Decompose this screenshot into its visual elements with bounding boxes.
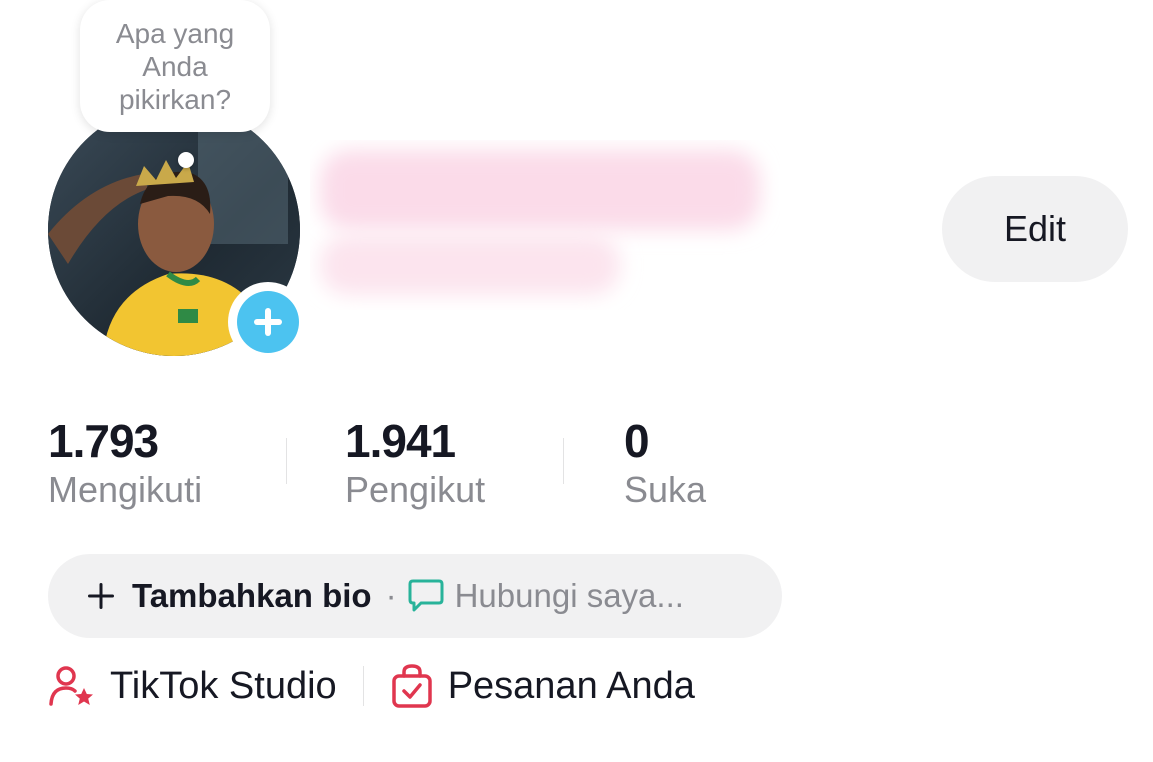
following-count: 1.793 — [48, 415, 159, 467]
your-orders-label: Pesanan Anda — [447, 664, 695, 707]
likes-label: Suka — [624, 469, 707, 510]
note-bubble-tail — [178, 152, 194, 168]
add-bio-button[interactable]: Tambahkan bio — [86, 577, 372, 615]
bio-bar: Tambahkan bio · Hubungi saya... — [48, 554, 782, 638]
user-star-icon — [49, 666, 93, 706]
add-bio-label: Tambahkan bio — [132, 577, 372, 614]
followers-count: 1.941 — [345, 415, 456, 467]
plus-icon — [254, 308, 282, 336]
shopping-bag-check-icon — [391, 664, 432, 708]
contact-me-label: Hubungi saya... — [454, 577, 684, 614]
stat-followers[interactable]: 1.941 Pengikut — [345, 414, 485, 512]
add-story-circle — [237, 291, 299, 353]
note-prompt: Apa yang Anda pikirkan? — [115, 17, 235, 115]
tiktok-studio-link[interactable]: TikTok Studio — [48, 664, 337, 708]
stat-following[interactable]: 1.793 Mengikuti — [48, 414, 202, 512]
note-bubble[interactable]: Apa yang Anda pikirkan? — [80, 0, 270, 132]
bio-separator: · — [385, 577, 397, 614]
tiktok-studio-label: TikTok Studio — [110, 664, 337, 707]
stat-divider — [286, 438, 287, 484]
plus-icon — [88, 583, 114, 609]
following-label: Mengikuti — [48, 469, 203, 510]
redacted-username — [320, 150, 760, 295]
profile-links: TikTok Studio Pesanan Anda — [48, 656, 695, 716]
followers-label: Pengikut — [345, 469, 486, 510]
contact-me-button[interactable]: Hubungi saya... — [407, 577, 684, 615]
edit-profile-button[interactable]: Edit — [942, 176, 1128, 282]
chat-bubble-icon — [408, 579, 444, 612]
link-divider — [362, 666, 364, 706]
stat-divider — [563, 438, 564, 484]
likes-count: 0 — [624, 415, 650, 467]
add-story-button[interactable] — [228, 282, 308, 362]
stat-likes[interactable]: 0 Suka — [624, 414, 706, 512]
your-orders-link[interactable]: Pesanan Anda — [390, 663, 695, 709]
